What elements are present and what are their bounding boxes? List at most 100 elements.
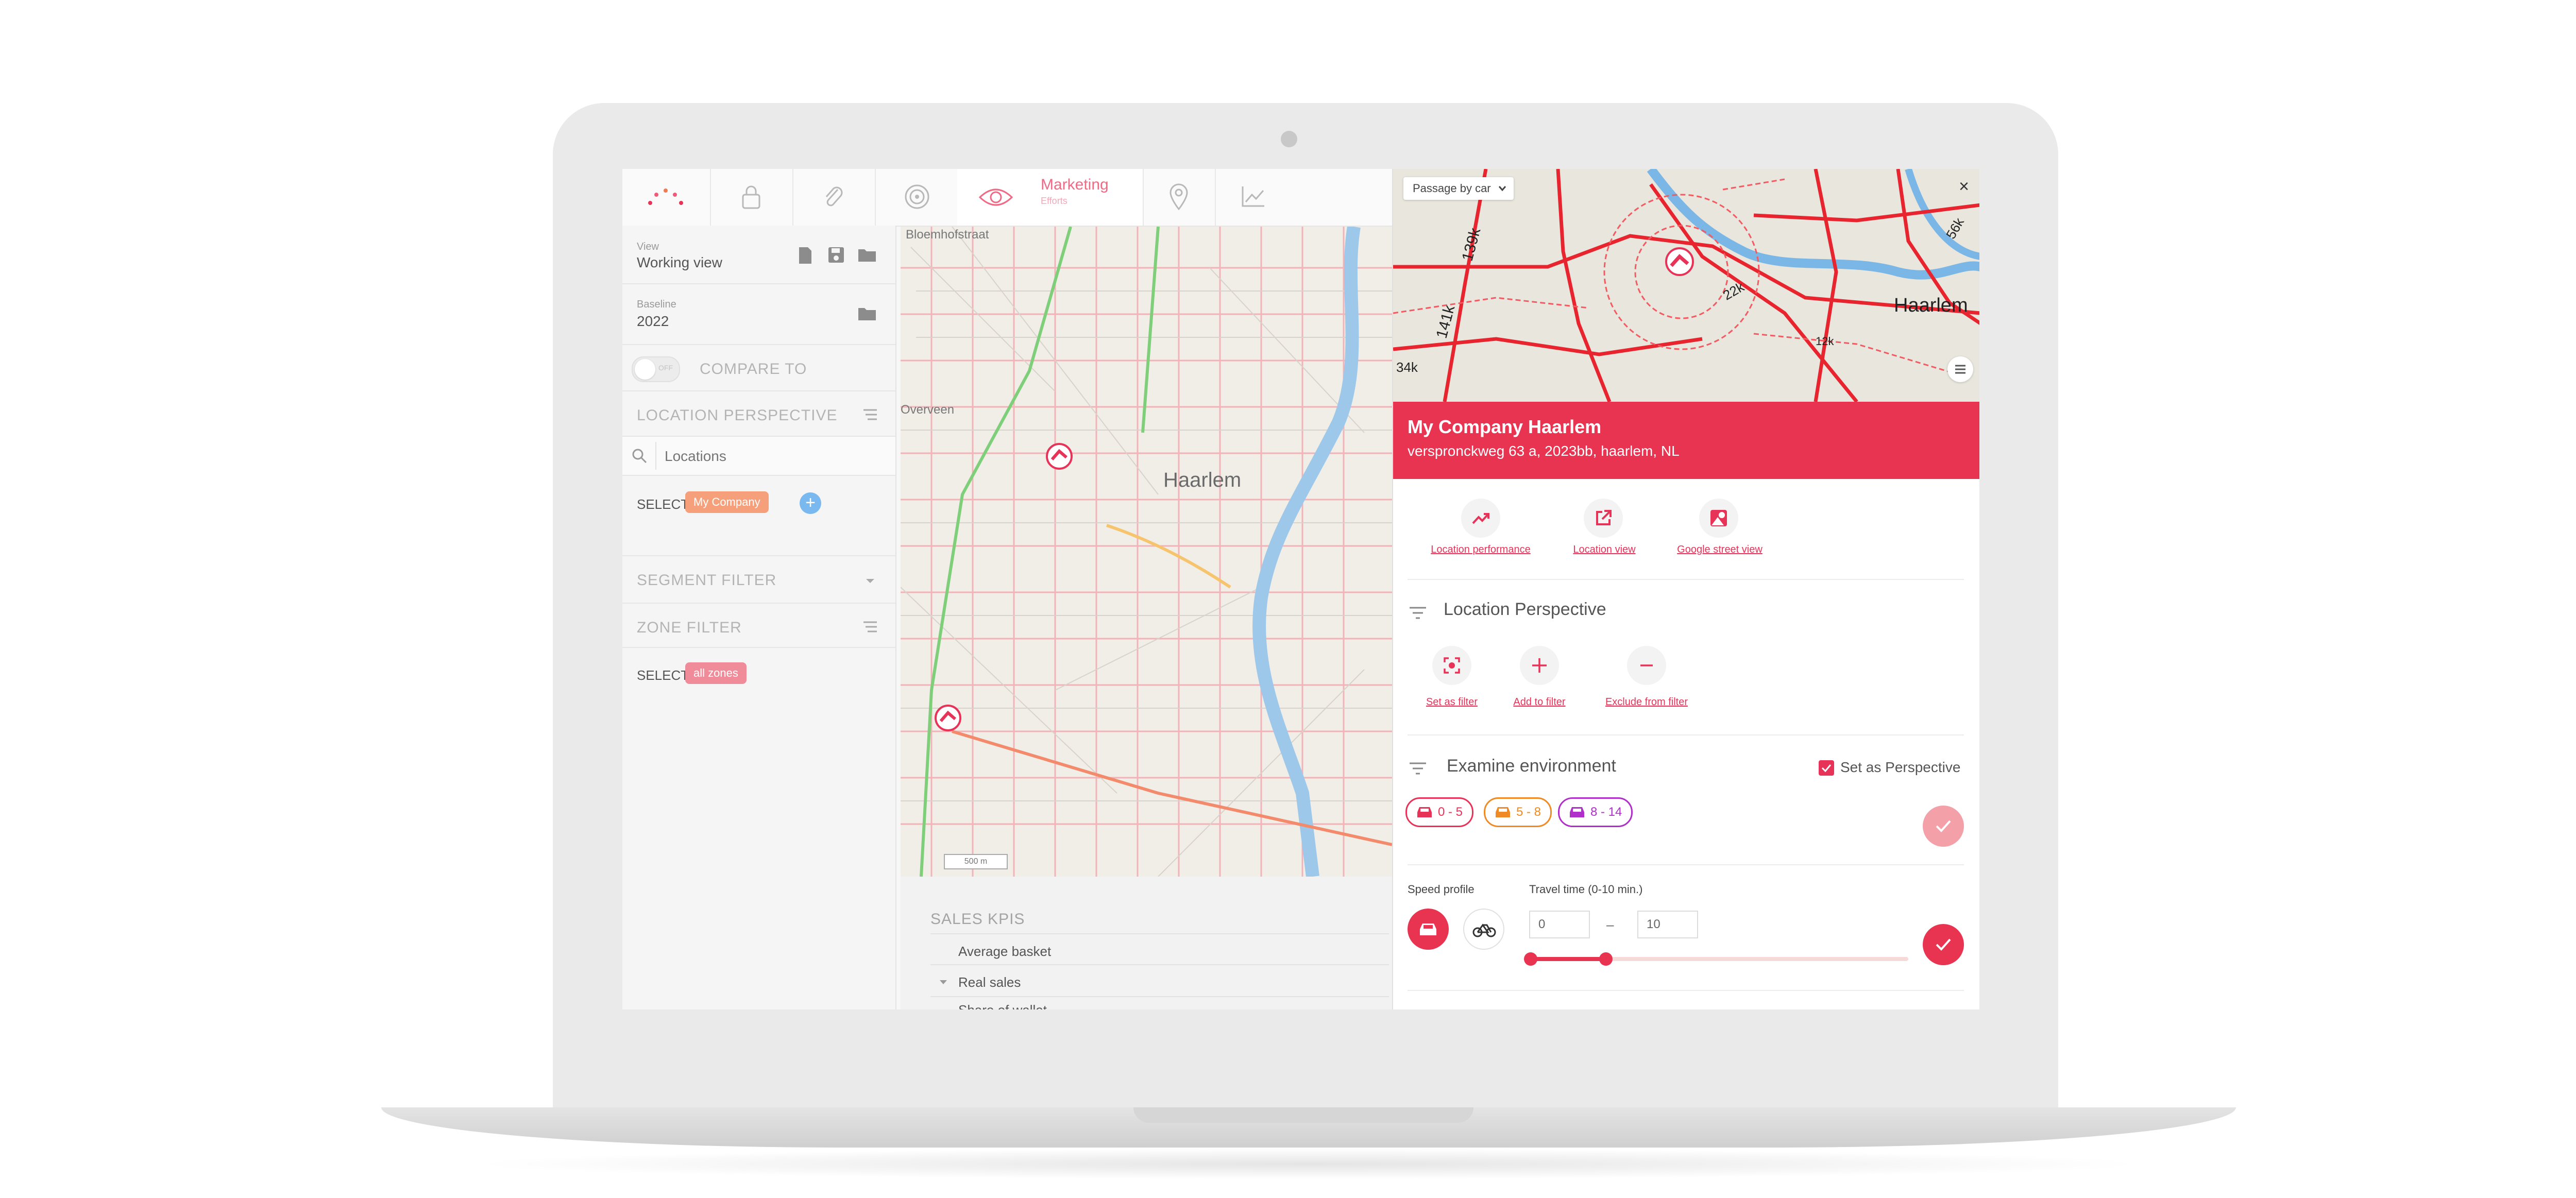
divider [1408,864,1964,865]
layers-icon [1955,365,1965,374]
check-icon [1936,938,1951,951]
location-pin-icon [1170,183,1188,211]
baseline-value[interactable]: 2022 [637,313,669,330]
travel-time-to-input[interactable] [1637,911,1698,938]
kpi-row[interactable]: Real sales [958,974,1021,990]
new-file-icon[interactable] [798,246,813,265]
chevron-down-icon[interactable] [865,577,876,585]
zone-chip[interactable]: all zones [685,662,747,684]
time-pill-label: 0 - 5 [1438,805,1463,819]
view-label: View [637,241,659,252]
location-view-link[interactable]: Location view [1563,544,1646,556]
travel-time-slider[interactable] [1524,952,1908,966]
focus-icon [1444,657,1460,674]
layers-button[interactable] [1947,356,1973,382]
divider [622,603,895,604]
time-pill-0-5[interactable]: 0 - 5 [1405,797,1474,827]
selected-location-chip[interactable]: My Company [685,491,769,513]
exclude-from-filter-button[interactable] [1627,646,1666,685]
slider-handle-max[interactable] [1599,952,1613,966]
nav-trend[interactable] [1215,169,1292,226]
company-marker-icon[interactable] [1664,246,1695,277]
car-icon [1420,923,1436,935]
nav-active-sublabel: Efforts [1041,196,1067,206]
time-pill-8-14[interactable]: 8 - 14 [1558,797,1633,827]
search-icon [632,449,647,464]
top-nav: Marketing Efforts [622,169,1395,227]
time-pill-5-8[interactable]: 5 - 8 [1484,797,1552,827]
location-performance-button[interactable] [1461,499,1500,538]
company-marker-icon[interactable] [1045,442,1074,471]
car-icon [1496,807,1510,817]
map-street-label: Bloemhofstraat [906,228,989,242]
chevron-down-icon[interactable] [939,979,948,986]
location-perspective-header: LOCATION PERSPECTIVE [637,407,838,424]
zone-filter-header: ZONE FILTER [637,619,742,636]
kpi-row[interactable]: Share of wallet [958,1002,1047,1009]
check-icon [1936,820,1951,832]
add-to-filter-button[interactable] [1520,646,1559,685]
location-performance-link[interactable]: Location performance [1419,544,1543,556]
competitor-marker-icon[interactable] [934,704,962,732]
car-icon [1417,807,1432,817]
list-sort-icon[interactable] [862,408,878,421]
lock-icon [742,185,760,209]
apply-perspective-button[interactable] [1923,806,1964,847]
main-map[interactable]: Bloemhofstraat Overveen Haarlem 500 m [901,227,1392,877]
trend-chart-icon [1242,186,1264,207]
sidebar: View Working view Baseline 2022 OFF COMP… [622,226,896,1009]
location-header: My Company Haarlem verspronckweg 63 a, 2… [1393,402,1979,479]
locations-search [622,437,895,475]
location-view-button[interactable] [1584,499,1623,538]
add-to-filter-link[interactable]: Add to filter [1504,696,1574,708]
chevron-down-icon [1498,186,1506,192]
close-icon[interactable]: × [1956,178,1972,195]
apply-travel-time-button[interactable] [1923,924,1964,965]
camera-dot [1281,131,1297,147]
baseline-folder-icon[interactable] [857,306,877,321]
compare-toggle[interactable]: OFF [632,356,680,382]
minus-icon [1640,664,1653,666]
map-streets [901,227,1392,877]
speed-bike-button[interactable] [1463,909,1504,950]
nav-logo[interactable] [622,169,711,226]
traffic-label: 12k [1816,335,1834,348]
speed-car-button[interactable] [1408,909,1449,950]
map-edge-label: Overveen [901,403,955,417]
nav-target[interactable] [875,169,958,226]
map-scale: 500 m [944,854,1008,869]
divider [930,996,1389,997]
map-scale-label: 500 m [964,857,988,866]
nav-location[interactable] [1143,169,1216,226]
slider-handle-min[interactable] [1524,952,1537,966]
street-view-button[interactable] [1699,499,1738,538]
folder-icon[interactable] [857,247,877,263]
view-value[interactable]: Working view [637,254,722,271]
set-as-perspective-checkbox[interactable] [1819,760,1834,776]
traffic-map[interactable]: Passage by car × 139k 141k 34k 22k 56k 1… [1393,169,1979,402]
locations-search-input[interactable] [664,444,882,469]
set-as-filter-button[interactable] [1432,646,1471,685]
nav-marketing-active[interactable]: Marketing Efforts [957,169,1144,226]
nav-active-label: Marketing [1041,176,1109,193]
list-sort-icon[interactable] [862,620,878,634]
segment-filter-header[interactable]: SEGMENT FILTER [637,572,776,589]
divider [1408,579,1964,580]
set-as-filter-link[interactable]: Set as filter [1416,696,1488,708]
external-link-icon [1596,510,1612,525]
range-separator: – [1606,917,1614,932]
divider [622,344,895,345]
nav-attachments[interactable] [792,169,876,226]
toggle-off-text: OFF [658,364,673,372]
street-view-link[interactable]: Google street view [1663,544,1776,556]
divider [1408,990,1964,991]
logo-dots-icon [648,189,683,205]
mode-dropdown[interactable]: Passage by car [1403,177,1514,200]
travel-time-from-input[interactable] [1529,911,1590,938]
exclude-from-filter-link[interactable]: Exclude from filter [1596,696,1697,708]
examine-environment-title: Examine environment [1447,756,1616,776]
save-icon[interactable] [827,246,845,264]
add-location-button[interactable]: + [800,492,821,514]
kpi-row[interactable]: Average basket [958,944,1051,960]
nav-lock[interactable] [710,169,793,226]
